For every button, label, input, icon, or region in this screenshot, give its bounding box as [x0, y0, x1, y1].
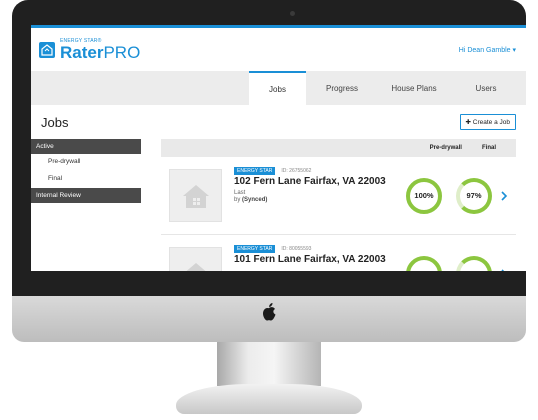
- logo-wordmark: RaterPRO: [60, 44, 140, 61]
- chevron-right-icon[interactable]: [500, 190, 508, 201]
- app-screen: ENERGY STAR® RaterPRO Hi Dean Gamble ▾ J…: [31, 25, 526, 271]
- house-icon: [185, 262, 206, 271]
- job-meta: Last by (Synced): [234, 190, 406, 204]
- energy-star-badge: ENERGY STAR: [234, 167, 276, 175]
- job-row[interactable]: ENERGY STAR ID: 80055593 101 Fern Lane F…: [161, 235, 516, 271]
- logo-suffix: PRO: [103, 42, 141, 62]
- logo-name: Rater: [60, 42, 104, 62]
- sync-status: (Synced): [242, 197, 268, 204]
- house-icon: [182, 184, 209, 208]
- job-last-label: Last: [234, 190, 246, 196]
- plus-icon: ✚: [465, 119, 471, 126]
- job-id: ID: 26755062: [281, 168, 312, 174]
- house-placeholder-image: [169, 247, 222, 271]
- chevron-right-icon[interactable]: [500, 268, 508, 272]
- final-progress-ring[interactable]: [456, 255, 492, 271]
- jobs-list: Pre-drywall Final ENERGY STAR ID: 267550…: [161, 139, 516, 271]
- progress-rings: [406, 255, 492, 271]
- house-placeholder-image: [169, 169, 222, 222]
- create-job-button[interactable]: ✚ Create a Job: [459, 114, 516, 130]
- sidebar: Active Pre-drywall Final Internal Review: [31, 139, 141, 271]
- monitor-stand-base: [176, 384, 362, 414]
- job-info: ENERGY STAR ID: 80055593 101 Fern Lane F…: [234, 235, 406, 265]
- monitor-stand-neck: [217, 342, 321, 386]
- tab-house-plans[interactable]: House Plans: [378, 71, 450, 105]
- create-job-label: Create a Job: [472, 119, 510, 126]
- job-by-label: by: [234, 197, 241, 204]
- progress-rings: 100% 97%: [406, 177, 492, 214]
- energy-star-badge: ENERGY STAR: [234, 245, 276, 253]
- user-menu[interactable]: Hi Dean Gamble ▾: [459, 46, 516, 54]
- table-header: Pre-drywall Final: [161, 139, 516, 157]
- raterpro-logo[interactable]: ENERGY STAR® RaterPRO: [39, 38, 140, 61]
- job-info: ENERGY STAR ID: 26755062 102 Fern Lane F…: [234, 157, 406, 204]
- job-row[interactable]: ENERGY STAR ID: 26755062 102 Fern Lane F…: [161, 157, 516, 235]
- camera-dot: [290, 11, 295, 16]
- tab-users[interactable]: Users: [450, 71, 522, 105]
- column-header-pre-drywall: Pre-drywall: [429, 145, 462, 151]
- sidebar-group-internal-review[interactable]: Internal Review: [31, 188, 141, 203]
- sidebar-group-active[interactable]: Active: [31, 139, 141, 154]
- final-progress-ring[interactable]: 97%: [456, 177, 492, 214]
- main-tabs: Jobs Progress House Plans Users: [31, 71, 526, 105]
- pre-drywall-progress-ring[interactable]: 100%: [406, 177, 442, 214]
- house-logo-icon: [39, 41, 55, 58]
- sidebar-item-pre-drywall[interactable]: Pre-drywall: [31, 154, 141, 171]
- job-id: ID: 80055593: [281, 246, 312, 252]
- page-title: Jobs: [41, 114, 69, 130]
- sidebar-item-final[interactable]: Final: [31, 171, 141, 188]
- apple-logo-icon: [263, 303, 276, 321]
- app-header: ENERGY STAR® RaterPRO Hi Dean Gamble ▾: [31, 28, 526, 71]
- job-address[interactable]: 102 Fern Lane Fairfax, VA 22003: [234, 176, 406, 187]
- content-area: Active Pre-drywall Final Internal Review…: [31, 139, 526, 271]
- tab-jobs[interactable]: Jobs: [249, 71, 306, 105]
- column-header-final: Final: [481, 145, 496, 151]
- job-address[interactable]: 101 Fern Lane Fairfax, VA 22003: [234, 254, 406, 265]
- tab-progress[interactable]: Progress: [306, 71, 378, 105]
- title-row: Jobs ✚ Create a Job: [31, 105, 526, 139]
- pre-drywall-progress-ring[interactable]: [406, 255, 442, 271]
